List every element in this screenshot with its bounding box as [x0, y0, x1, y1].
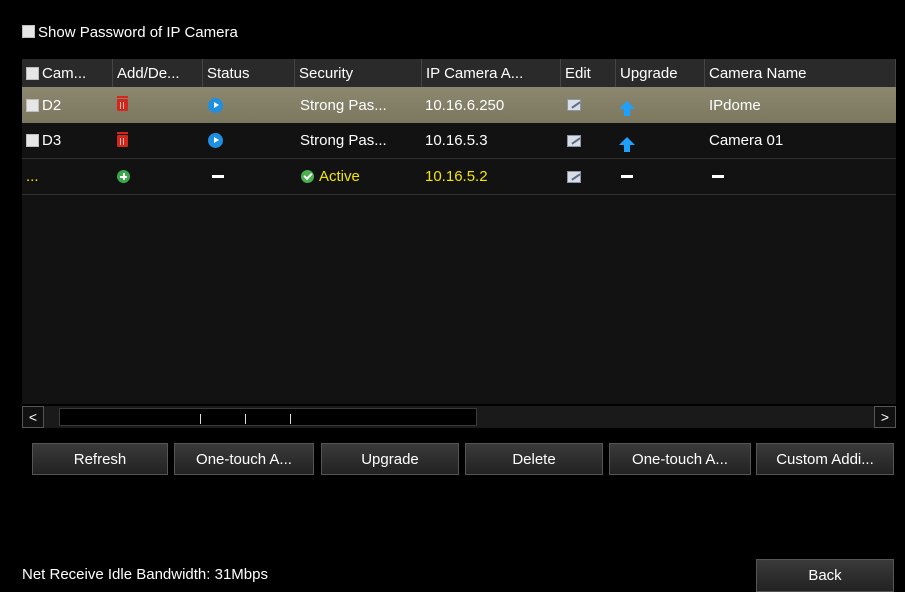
edit-cell[interactable] — [567, 123, 581, 158]
one-touch-adding-button[interactable]: One-touch A... — [609, 443, 751, 475]
scroll-right-button[interactable]: > — [874, 406, 896, 428]
camera-table: Cam... Add/De... Status Security IP Came… — [22, 59, 896, 404]
upgrade-button[interactable]: Upgrade — [321, 443, 459, 475]
security-cell: Active — [301, 159, 360, 194]
column-header-security[interactable]: Security — [295, 59, 422, 87]
edit-cell[interactable] — [567, 87, 581, 123]
upgrade-cell[interactable] — [619, 123, 635, 158]
dash-icon — [212, 175, 224, 178]
dash-icon — [712, 175, 724, 178]
checkbox-icon[interactable] — [22, 25, 35, 38]
upgrade-arrow-icon[interactable] — [619, 101, 635, 116]
scroll-left-button[interactable]: < — [22, 406, 44, 428]
row-checkbox[interactable] — [26, 98, 39, 112]
table-row[interactable]: D3 Strong Pas... 10.16.5.3 Camera 01 — [22, 123, 896, 159]
trash-icon[interactable] — [117, 96, 128, 111]
table-row[interactable]: ... Active 10.16.5.2 — [22, 159, 896, 195]
ip-cell: 10.16.6.250 — [425, 96, 505, 114]
check-circle-icon — [301, 170, 314, 183]
security-cell: Strong Pas... — [300, 96, 387, 114]
play-icon[interactable] — [208, 97, 223, 113]
delete-cell[interactable] — [117, 87, 128, 123]
play-icon[interactable] — [208, 133, 223, 148]
bandwidth-status: Net Receive Idle Bandwidth: 31Mbps — [22, 566, 268, 583]
edit-icon[interactable] — [567, 99, 581, 111]
column-header-camera-name[interactable]: Camera Name — [705, 59, 896, 87]
add-cell[interactable] — [117, 159, 130, 194]
status-cell — [212, 159, 224, 194]
camera-cell: D3 — [26, 123, 61, 158]
dash-icon — [621, 175, 633, 178]
camera-name-cell: IPdome — [709, 96, 761, 114]
delete-cell[interactable] — [117, 123, 128, 158]
edit-cell[interactable] — [567, 159, 581, 194]
grip-line — [290, 414, 291, 424]
trash-icon[interactable] — [117, 131, 128, 147]
ip-cell: 10.16.5.3 — [425, 132, 488, 149]
upgrade-cell — [621, 159, 633, 194]
column-header-add-delete[interactable]: Add/De... — [113, 59, 203, 87]
camera-cell: D2 — [26, 87, 61, 123]
table-row[interactable]: D2 Strong Pas... 10.16.6.250 IPdome — [22, 87, 896, 123]
column-header-camera[interactable]: Cam... — [22, 59, 113, 87]
grip-line — [200, 414, 201, 424]
add-icon[interactable] — [117, 170, 130, 183]
security-cell: Strong Pas... — [300, 132, 387, 149]
refresh-button[interactable]: Refresh — [32, 443, 168, 475]
camera-cell: ... — [26, 168, 39, 185]
grip-line — [245, 414, 246, 424]
upgrade-cell[interactable] — [619, 87, 635, 123]
edit-icon[interactable] — [567, 170, 581, 183]
one-touch-activate-button[interactable]: One-touch A... — [174, 443, 314, 475]
camera-name-cell: Camera 01 — [709, 132, 784, 149]
ip-cell: 10.16.5.2 — [425, 168, 488, 185]
column-header-ip[interactable]: IP Camera A... — [422, 59, 561, 87]
show-password-checkbox[interactable]: Show Password of IP Camera — [22, 24, 238, 41]
table-header: Cam... Add/De... Status Security IP Came… — [22, 59, 896, 87]
show-password-label: Show Password of IP Camera — [38, 24, 238, 41]
upgrade-arrow-icon[interactable] — [619, 136, 635, 152]
horizontal-scrollbar[interactable]: < > — [22, 406, 896, 428]
column-header-edit[interactable]: Edit — [561, 59, 616, 87]
back-button[interactable]: Back — [756, 559, 894, 592]
select-all-checkbox[interactable] — [26, 66, 39, 80]
column-header-upgrade[interactable]: Upgrade — [616, 59, 705, 87]
column-header-status[interactable]: Status — [203, 59, 295, 87]
status-cell[interactable] — [208, 123, 223, 158]
edit-icon[interactable] — [567, 134, 581, 147]
row-checkbox[interactable] — [26, 134, 39, 147]
status-cell[interactable] — [208, 87, 223, 123]
camera-name-cell — [712, 159, 724, 194]
delete-button[interactable]: Delete — [465, 443, 603, 475]
custom-adding-button[interactable]: Custom Addi... — [756, 443, 894, 475]
scrollbar-thumb[interactable] — [59, 408, 477, 426]
